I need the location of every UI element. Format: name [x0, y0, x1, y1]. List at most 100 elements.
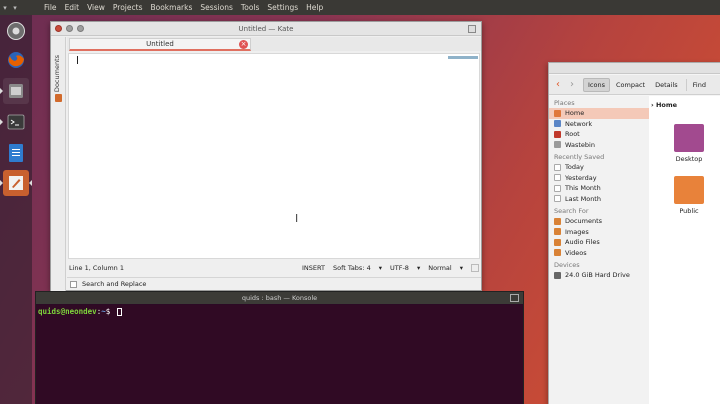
- sidebar-item-wastebin[interactable]: Wastebin: [549, 140, 649, 151]
- sidebar-item-today[interactable]: Today: [549, 162, 649, 173]
- indentation-setting[interactable]: Soft Tabs: 4: [333, 264, 371, 272]
- calendar-icon: [554, 195, 561, 203]
- network-icon: [554, 120, 561, 128]
- kate-button[interactable]: [3, 170, 29, 196]
- status-options-icon[interactable]: [471, 264, 479, 272]
- chevron-down-icon[interactable]: ▾: [0, 4, 10, 12]
- menu-settings[interactable]: Settings: [267, 3, 298, 12]
- text-cursor: [77, 56, 78, 64]
- folder-desktop[interactable]: Desktop: [669, 124, 709, 163]
- highlight-mode[interactable]: Normal: [428, 264, 452, 272]
- search-replace-label[interactable]: Search and Replace: [82, 280, 146, 288]
- breadcrumb[interactable]: › Home: [651, 101, 677, 109]
- recent-heading: Recently Saved: [554, 153, 605, 161]
- sidebar-item-root[interactable]: Root: [549, 129, 649, 140]
- sidebar-item-audio[interactable]: Audio Files: [549, 237, 649, 248]
- calendar-icon: [554, 184, 561, 192]
- breadcrumb-home: Home: [655, 101, 678, 109]
- writer-button[interactable]: [3, 140, 29, 166]
- chevron-down-icon[interactable]: ▾: [460, 264, 463, 272]
- close-tab-icon[interactable]: ×: [239, 40, 248, 49]
- mouse-ibeam-icon: I: [295, 212, 299, 225]
- firefox-button[interactable]: [3, 47, 29, 73]
- chevron-down-icon[interactable]: ▾: [10, 4, 20, 12]
- sidebar-item-yesterday[interactable]: Yesterday: [549, 173, 649, 184]
- sidebar-item-hard-drive[interactable]: 24.0 GiB Hard Drive: [549, 270, 649, 281]
- folder-label: Public: [679, 207, 699, 215]
- scrollbar-indicator[interactable]: [448, 56, 478, 59]
- sidebar-item-label: Yesterday: [565, 173, 597, 182]
- sidebar-item-label: Network: [565, 119, 593, 128]
- sidebar-item-documents[interactable]: Documents: [549, 216, 649, 227]
- document-tab-label: Untitled: [146, 40, 174, 48]
- terminal-area[interactable]: quids@neondev:~$: [36, 305, 523, 404]
- documents-panel-tab[interactable]: Documents: [53, 55, 61, 92]
- document-icon: [9, 144, 23, 162]
- back-arrow-icon[interactable]: ‹: [553, 79, 563, 90]
- document-icon[interactable]: [55, 94, 62, 102]
- forward-arrow-icon[interactable]: ›: [567, 79, 577, 90]
- view-icons-button[interactable]: Icons: [583, 77, 610, 92]
- menu-help[interactable]: Help: [306, 3, 323, 12]
- maximize-window-button[interactable]: [77, 25, 84, 32]
- menu-edit[interactable]: Edit: [65, 3, 80, 12]
- launcher: [0, 15, 32, 404]
- file-view[interactable]: › Home Desktop Public: [649, 96, 720, 404]
- documents-folder-icon: [554, 217, 561, 225]
- files-icon: [9, 84, 23, 98]
- terminal-icon: [7, 114, 25, 130]
- sidebar-item-network[interactable]: Network: [549, 119, 649, 130]
- document-tab[interactable]: Untitled ×: [69, 38, 251, 51]
- sidebar-item-label: Wastebin: [565, 140, 595, 149]
- files-titlebar[interactable]: [549, 63, 720, 74]
- window-title: quids : bash — Konsole: [241, 294, 318, 302]
- trash-icon: [554, 141, 561, 149]
- running-indicator: [0, 180, 3, 186]
- menu-bookmarks[interactable]: Bookmarks: [150, 3, 192, 12]
- sidebar-item-videos[interactable]: Videos: [549, 248, 649, 259]
- window-menu-icon[interactable]: [468, 25, 476, 33]
- editor-area[interactable]: I: [68, 53, 480, 259]
- files-button[interactable]: [3, 78, 29, 104]
- folder-label: Desktop: [675, 155, 703, 163]
- input-mode[interactable]: INSERT: [302, 264, 325, 272]
- folder-public[interactable]: Public: [669, 176, 709, 215]
- prompt-symbol: $: [105, 307, 111, 316]
- search-heading: Search For: [554, 207, 589, 215]
- close-window-button[interactable]: [55, 25, 62, 32]
- view-details-button[interactable]: Details: [651, 79, 682, 91]
- sidebar-item-this-month[interactable]: This Month: [549, 183, 649, 194]
- search-replace-panel: Search and Replace: [67, 277, 481, 290]
- sidebar-item-label: Images: [565, 227, 589, 236]
- konsole-titlebar[interactable]: quids : bash — Konsole: [36, 292, 523, 304]
- status-bar: Line 1, Column 1 INSERT Soft Tabs: 4 ▾ U…: [67, 262, 481, 274]
- calendar-icon: [554, 163, 561, 171]
- window-title: Untitled — Kate: [238, 24, 294, 33]
- menu-sessions[interactable]: Sessions: [200, 3, 233, 12]
- terminal-button[interactable]: [3, 109, 29, 135]
- running-indicator: [0, 88, 3, 94]
- search-replace-toggle[interactable]: [70, 280, 77, 288]
- sidebar-item-label: Home: [565, 109, 585, 118]
- window-menu-icon[interactable]: [510, 294, 519, 302]
- chevron-down-icon[interactable]: ▾: [379, 264, 382, 272]
- find-button[interactable]: Find: [689, 79, 710, 91]
- sidebar-item-label: Today: [565, 163, 584, 172]
- audio-folder-icon: [554, 238, 561, 246]
- images-folder-icon: [554, 228, 561, 236]
- kate-titlebar[interactable]: Untitled — Kate: [51, 22, 481, 36]
- menu-file[interactable]: File: [44, 3, 57, 12]
- sidebar-item-label: 24.0 GiB Hard Drive: [565, 271, 630, 280]
- menu-view[interactable]: View: [87, 3, 105, 12]
- menu-projects[interactable]: Projects: [113, 3, 143, 12]
- sidebar-item-images[interactable]: Images: [549, 227, 649, 238]
- view-compact-button[interactable]: Compact: [612, 79, 649, 91]
- menu-tools[interactable]: Tools: [241, 3, 259, 12]
- sidebar-item-last-month[interactable]: Last Month: [549, 194, 649, 205]
- minimize-window-button[interactable]: [66, 25, 73, 32]
- chevron-down-icon[interactable]: ▾: [417, 264, 420, 272]
- sidebar-item-label: Root: [565, 130, 580, 139]
- sidebar-item-home[interactable]: Home: [549, 108, 649, 119]
- encoding-setting[interactable]: UTF-8: [390, 264, 409, 272]
- system-settings-button[interactable]: [3, 18, 29, 44]
